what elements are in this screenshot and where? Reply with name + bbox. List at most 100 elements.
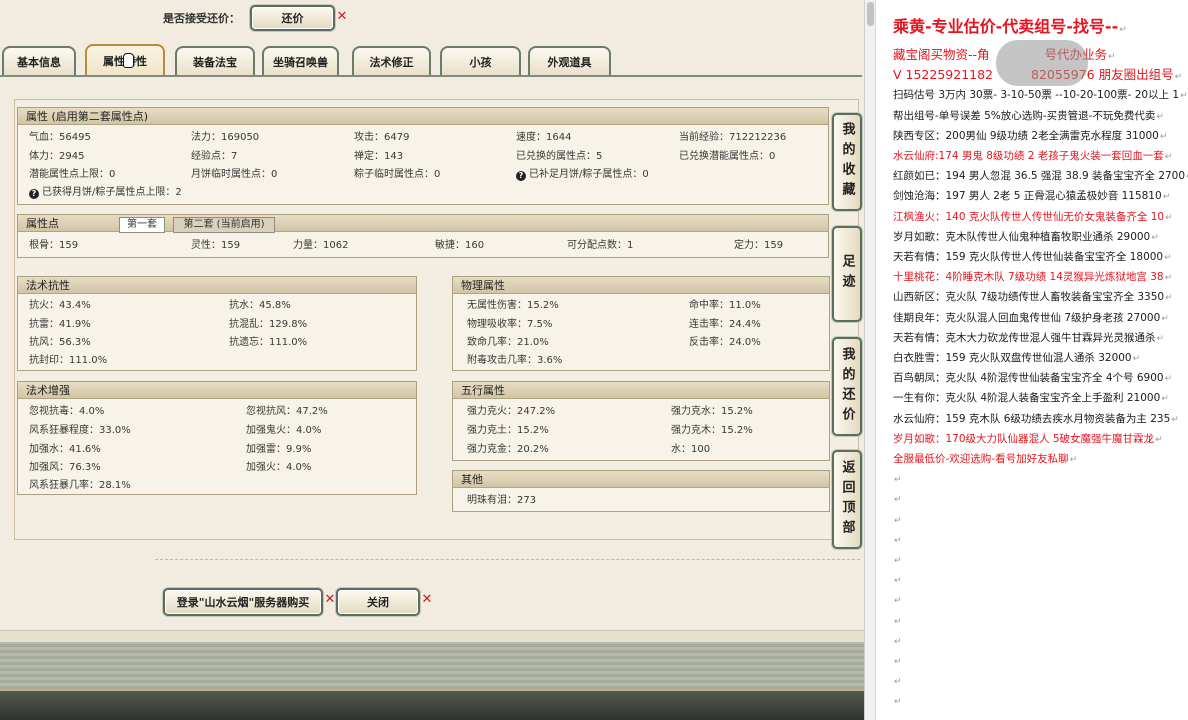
stat-text: 水：100	[671, 444, 711, 455]
stat-item: 强力克火：247.2%	[467, 405, 555, 418]
stat-text: 加强风：76.3%	[29, 462, 101, 473]
document-empty-line	[893, 570, 902, 590]
subtab-set-2[interactable]: 第二套 (当前启用)	[173, 217, 275, 233]
stat-text: 抗火：43.4%	[29, 300, 91, 311]
document-line-text: 扫码估号 3万内 30票- 3-10-50票 --10-20-100票- 20以…	[893, 89, 1180, 102]
document-line: 剑蚀沧海：197 男人 2老 5 正骨混心猿孟极妙音 115810	[893, 186, 1170, 206]
tab-basic-info[interactable]: 基本信息	[2, 46, 76, 76]
attribute-point-value: 力量：1062	[293, 240, 349, 251]
document-line-text: 十里桃花：4阶睡克木队 7级功绩 14灵猴异光炼狱地宫 38	[893, 271, 1164, 284]
stat-text: 禅定：143	[354, 151, 404, 162]
stat-text: 附毒攻击几率：3.6%	[467, 355, 563, 366]
stat-text: 反击率：24.0%	[689, 337, 761, 348]
document-line: 十里桃花：4阶睡克木队 7级功绩 14灵猴异光炼狱地宫 38	[893, 267, 1172, 287]
document-empty-line	[893, 590, 902, 610]
game-panel: 是否接受还价： 还价 基本信息属性特性装备法宝坐骑召唤兽法术修正小孩外观道具 登…	[0, 0, 864, 720]
stat-text: 强力克土：15.2%	[467, 425, 549, 436]
document-line: 帮出组号-单号误差 5%放心选购-买贵管退-不玩免费代卖	[893, 106, 1164, 126]
document-line: 水云仙府:174 男鬼 8级功绩 2 老孩子鬼火装一套回血一套	[893, 146, 1172, 166]
spell-enhance-header: 法术增强	[18, 382, 416, 399]
stat-text: 速度：1644	[516, 132, 572, 143]
vertical-scrollbar[interactable]	[864, 0, 876, 720]
document-line-text: 天若有情：159 克火队传世人传世仙装备宝宝齐全 18000	[893, 251, 1164, 263]
stat-text: 抗混乱：129.8%	[229, 319, 308, 330]
spell-resistance-section: 法术抗性 抗火：43.4% 抗水：45.8% 抗雷：41.9% 抗混乱：129.8% 抗风…	[17, 276, 417, 371]
stat-text: 法力：169050	[191, 132, 260, 143]
stat-item: 已获得月饼/粽子属性点上限：2	[29, 186, 182, 199]
my-offers-button[interactable]: 我的还价	[832, 337, 862, 436]
document-line: 岁月如歌：170级大力队仙器混人 5破女魔强牛魔甘霖龙	[893, 429, 1163, 449]
document-line: 红颜如已：194 男人忽混 36.5 强混 38.9 装备宝宝齐全 2700	[893, 166, 1188, 186]
attribute-point-value: 灵性：159	[191, 240, 241, 251]
close-button[interactable]: 关闭	[336, 588, 420, 616]
document-line-text: 陕西专区：200男仙 9级功绩 2老全满雷克水程度 31000	[893, 129, 1159, 142]
attribute-point-value: 敏捷：160	[435, 240, 485, 251]
physical-section: 物理属性 无属性伤害：15.2% 命中率：11.0% 物理吸收率：7.5% 连击率：24…	[452, 276, 830, 371]
stat-text: 抗雷：41.9%	[29, 319, 91, 330]
stat-item: 抗遗忘：111.0%	[229, 336, 307, 349]
back-to-top-button[interactable]: 返回顶部	[832, 450, 862, 549]
stat-item: 当前经验：712212236	[679, 131, 786, 144]
document-line: 天若有情：克木大力砍龙传世混人强牛甘霖异光灵猴通杀	[893, 328, 1164, 348]
stat-item: 已兑换潜能属性点：0	[679, 150, 775, 163]
stat-item: 潜能属性点上限：0	[29, 168, 115, 181]
stat-item: 水：100	[671, 443, 710, 456]
scrollbar-thumb[interactable]	[867, 2, 874, 26]
stat-item: 攻击：6479	[354, 131, 409, 144]
subtab-set-1[interactable]: 第一套	[119, 217, 165, 233]
document-line-text: 红颜如已：194 男人忽混 36.5 强混 38.9 装备宝宝齐全 2700	[893, 170, 1186, 183]
tab-children[interactable]: 小孩	[440, 46, 521, 76]
stat-item: 反击率：24.0%	[689, 336, 761, 349]
stat-text: 连击率：24.4%	[689, 319, 761, 330]
stat-item: 明珠有泪：273	[467, 494, 536, 507]
stat-item: 强力克水：15.2%	[671, 405, 753, 418]
stat-item: 速度：1644	[516, 131, 571, 144]
document-line: 一生有你：克火队 4阶混人装备宝宝齐全上手盈利 21000	[893, 388, 1169, 408]
document-empty-line	[893, 530, 902, 550]
stat-text: 加强水：41.6%	[29, 444, 101, 455]
help-icon[interactable]	[516, 171, 526, 181]
stat-text: 抗封印：111.0%	[29, 355, 108, 366]
login-server-buy-button[interactable]: 登录"山水云烟"服务器购买	[163, 588, 323, 616]
stat-text: 加强鬼火：4.0%	[246, 425, 322, 436]
stat-item: 强力克金：20.2%	[467, 443, 549, 456]
document-empty-line	[893, 631, 902, 651]
tab-appearance[interactable]: 外观道具	[528, 46, 611, 76]
stat-item: 已补足月饼/粽子属性点：0	[516, 168, 649, 181]
stat-item: 忽视抗风：47.2%	[246, 405, 328, 418]
help-icon[interactable]	[29, 189, 39, 199]
stat-text: 抗水：45.8%	[229, 300, 291, 311]
stat-text: 强力克金：20.2%	[467, 444, 549, 455]
stat-text: 已兑换的属性点：5	[516, 151, 603, 162]
attribute-points-section: 属性点 第一套 第二套 (当前启用) 根骨：159 灵性：159 力量：1062 敏捷：16…	[17, 214, 829, 258]
footer-band-texture	[0, 642, 864, 689]
favorites-button[interactable]: 我的收藏	[832, 113, 862, 211]
tab-mounts-summons[interactable]: 坐骑召唤兽	[262, 46, 339, 76]
stat-item: 风系狂暴程度：33.0%	[29, 424, 131, 437]
document-empty-line	[893, 469, 902, 489]
stat-item: 忽视抗毒：4.0%	[29, 405, 104, 418]
document-title: 乘黄-专业估价-代卖组号-找号--	[893, 15, 1127, 42]
document-line-text: 佳期良年：克火队混人回血鬼传世仙 7级护身老孩 27000	[893, 311, 1161, 324]
stat-item: 加强风：76.3%	[29, 461, 101, 474]
stat-text: 已兑换潜能属性点：0	[679, 151, 776, 162]
hand-cursor-icon	[123, 53, 134, 68]
document-line: 百鸟朝凤：克火队 4阶混传世仙装备宝宝齐全 4个号 6900	[893, 368, 1172, 388]
tab-spell-correction[interactable]: 法术修正	[352, 46, 431, 76]
stat-text: 强力克水：15.2%	[671, 406, 753, 417]
document-panel: 乘黄-专业估价-代卖组号-找号-- 藏宝阁买物资--角号代办业务V 152259…	[876, 0, 1188, 720]
physical-header: 物理属性	[453, 277, 829, 294]
stat-text: 月饼临时属性点：0	[191, 169, 278, 180]
stat-item: 体力：2945	[29, 150, 84, 163]
stat-item: 加强水：41.6%	[29, 443, 101, 456]
document-line-text: 藏宝阁买物资--角	[893, 47, 990, 62]
stat-text: 物理吸收率：7.5%	[467, 319, 553, 330]
footprints-button[interactable]: 足迹	[832, 226, 862, 322]
attribute-point-value: 定力：159	[734, 240, 784, 251]
stat-item: 物理吸收率：7.5%	[467, 318, 552, 331]
document-line-text: 全服最低价-欢迎选购-看号加好友私聊	[893, 453, 1069, 465]
stat-item: 经验点：7	[191, 150, 237, 163]
tab-equipment[interactable]: 装备法宝	[175, 46, 255, 76]
stat-item: 强力克木：15.2%	[671, 424, 753, 437]
stat-text: 体力：2945	[29, 151, 85, 162]
